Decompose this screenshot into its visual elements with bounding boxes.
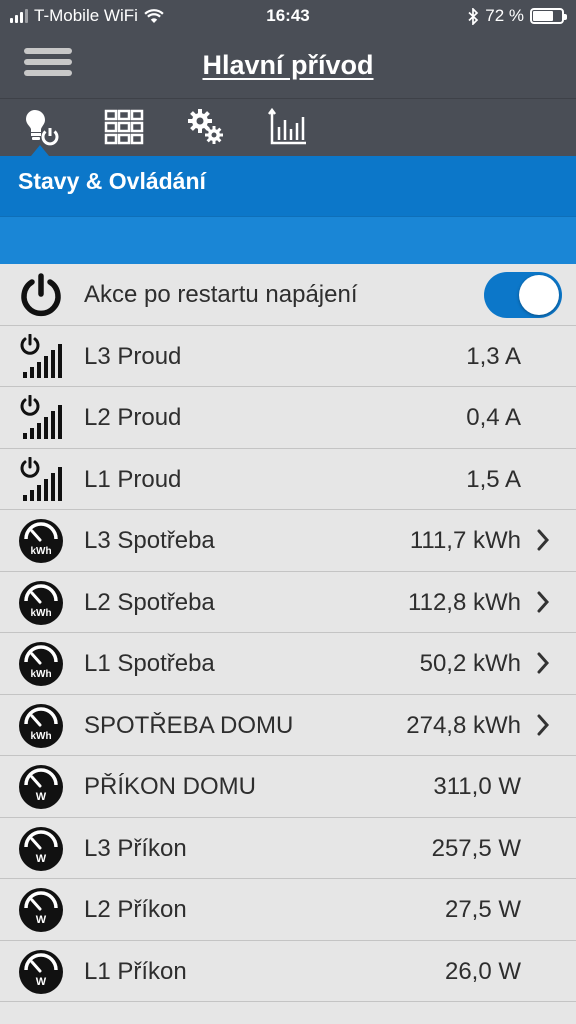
list-item: W L3 Příkon 257,5 W: [0, 817, 576, 879]
section-header: Stavy & Ovládání: [0, 156, 576, 216]
row-label: L2 Spotřeba: [84, 588, 215, 616]
navigation-bar: Hlavní přívod: [0, 32, 576, 98]
chevron-right-icon: [537, 591, 550, 612]
gauge-w-icon: W: [19, 826, 63, 871]
row-label: L3 Spotřeba: [84, 527, 215, 554]
list-item[interactable]: kWh L3 Spotřeba 111,7 kWh: [0, 510, 576, 572]
power-signal-icon: [20, 333, 62, 378]
battery-percent: 72 %: [485, 6, 524, 25]
list-item: W L2 Příkon 27,5 W: [0, 879, 576, 941]
gauge-label: W: [36, 791, 47, 803]
list-item: L2 Proud 0,4 A: [0, 387, 576, 449]
row-value: 1,5 A: [466, 465, 521, 493]
gauge-label: kWh: [30, 669, 51, 680]
row-label: L2 Příkon: [84, 896, 187, 923]
gears-icon: [188, 109, 223, 144]
gauge-label: W: [36, 914, 47, 926]
row-value: 50,2 kWh: [419, 650, 521, 677]
battery-icon: [530, 8, 567, 24]
bulb-power-icon: [26, 110, 59, 146]
bluetooth-icon: [468, 7, 479, 25]
list-item: W L1 Příkon 26,0 W: [0, 940, 576, 1002]
status-list: Akce po restartu napájení L3 Proud 1,3 A …: [0, 264, 576, 1002]
row-value: 1,3 A: [466, 342, 521, 370]
row-label: L1 Proud: [84, 465, 182, 493]
list-item[interactable]: kWh L1 Spotřeba 50,2 kWh: [0, 633, 576, 695]
chevron-right-icon: [537, 714, 550, 735]
tab-settings[interactable]: [186, 107, 230, 147]
gauge-kwh-icon: kWh: [19, 519, 63, 563]
gauge-label: W: [36, 976, 47, 988]
gauge-w-icon: W: [19, 888, 63, 932]
row-value: 112,8 kWh: [408, 588, 521, 616]
status-bar: T-Mobile WiFi 16:43 72 %: [0, 0, 576, 32]
grid-icon: [104, 109, 144, 145]
tab-status-control[interactable]: [22, 107, 66, 147]
row-label: L1 Spotřeba: [84, 650, 215, 677]
row-label: L3 Příkon: [84, 834, 187, 862]
list-item: L3 Proud 1,3 A: [0, 325, 576, 387]
toggle-label: Akce po restartu napájení: [84, 281, 358, 308]
toggle-row: Akce po restartu napájení: [0, 264, 576, 326]
section-subheader: [0, 216, 576, 264]
row-value: 0,4 A: [466, 404, 521, 431]
row-value: 27,5 W: [444, 896, 521, 923]
restart-action-toggle[interactable]: [484, 272, 562, 318]
row-value: 311,0 W: [433, 773, 521, 800]
gauge-label: kWh: [30, 546, 51, 557]
gauge-label: W: [36, 853, 47, 865]
row-label: SPOTŘEBA DOMU: [84, 711, 294, 739]
list-item: L1 Proud 1,5 A: [0, 448, 576, 510]
active-tab-indicator: [31, 145, 49, 156]
row-label: L3 Proud: [84, 342, 182, 370]
row-label: L1 Příkon: [84, 957, 187, 985]
row-value: 111,7 kWh: [409, 527, 521, 554]
list-item[interactable]: kWh SPOTŘEBA DOMU 274,8 kWh: [0, 694, 576, 756]
power-signal-icon: [20, 395, 62, 439]
row-value: 274,8 kWh: [406, 711, 521, 739]
row-value: 26,0 W: [444, 957, 521, 985]
list-item[interactable]: kWh L2 Spotřeba 112,8 kWh: [0, 571, 576, 633]
tab-statistics[interactable]: [268, 107, 312, 147]
power-signal-icon: [20, 456, 62, 501]
tab-bar: [0, 98, 576, 156]
row-value: 257,5 W: [431, 834, 521, 862]
list-item: W PŘÍKON DOMU 311,0 W: [0, 756, 576, 818]
gauge-label: kWh: [30, 731, 51, 742]
gauge-w-icon: W: [19, 765, 63, 809]
status-right: 72 %: [468, 6, 567, 26]
gauge-kwh-icon: kWh: [19, 703, 63, 748]
toggle-knob: [519, 275, 559, 315]
gauge-label: kWh: [30, 608, 51, 619]
tab-grid[interactable]: [104, 107, 148, 147]
row-label: L2 Proud: [84, 404, 182, 431]
chevron-right-icon: [537, 652, 550, 674]
gauge-kwh-icon: kWh: [19, 642, 63, 686]
page-title[interactable]: Hlavní přívod: [0, 50, 576, 81]
gauge-w-icon: W: [19, 949, 63, 994]
power-icon: [21, 273, 61, 317]
gauge-kwh-icon: kWh: [19, 580, 63, 625]
chevron-right-icon: [537, 529, 550, 551]
chart-icon: [268, 107, 306, 145]
row-label: PŘÍKON DOMU: [84, 773, 257, 800]
